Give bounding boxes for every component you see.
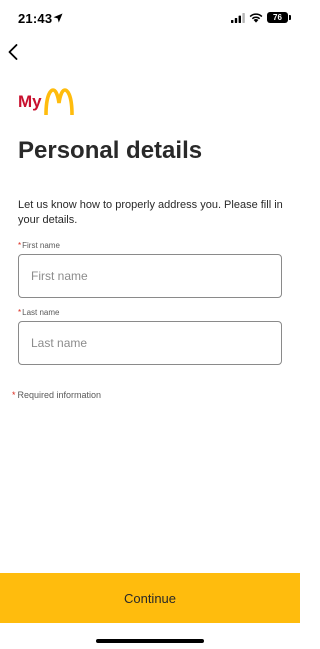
required-asterisk: *	[18, 308, 22, 317]
battery-cap	[289, 15, 291, 20]
last-name-input[interactable]	[18, 321, 282, 365]
logo-my-text: My	[18, 92, 42, 111]
cellular-signal-icon	[231, 13, 245, 23]
mymcdonalds-logo: My	[18, 88, 74, 118]
first-name-label-text: First name	[22, 241, 60, 250]
first-name-input[interactable]	[18, 254, 282, 298]
back-button[interactable]	[2, 40, 24, 66]
wifi-icon	[249, 13, 263, 23]
intro-text: Let us know how to properly address you.…	[18, 199, 283, 226]
last-name-label-text: Last name	[22, 308, 60, 317]
location-arrow-icon	[53, 13, 63, 23]
required-asterisk: *	[12, 390, 16, 400]
page-title: Personal details	[18, 137, 203, 164]
battery-icon: 76	[267, 12, 288, 23]
chevron-left-icon	[8, 44, 18, 60]
continue-button[interactable]: Continue	[0, 573, 300, 623]
personal-details-screen: 21:43 76 My Personal details Let us know…	[0, 0, 300, 649]
required-info-text: Required information	[17, 390, 102, 400]
status-bar: 21:43 76	[0, 0, 300, 40]
status-time: 21:43	[18, 11, 53, 26]
first-name-label: *First name	[18, 241, 60, 250]
required-info-note: * Required information	[12, 390, 101, 400]
required-asterisk: *	[18, 241, 22, 250]
home-indicator	[96, 639, 204, 643]
last-name-label: *Last name	[18, 308, 59, 317]
golden-arches-icon	[44, 88, 74, 116]
